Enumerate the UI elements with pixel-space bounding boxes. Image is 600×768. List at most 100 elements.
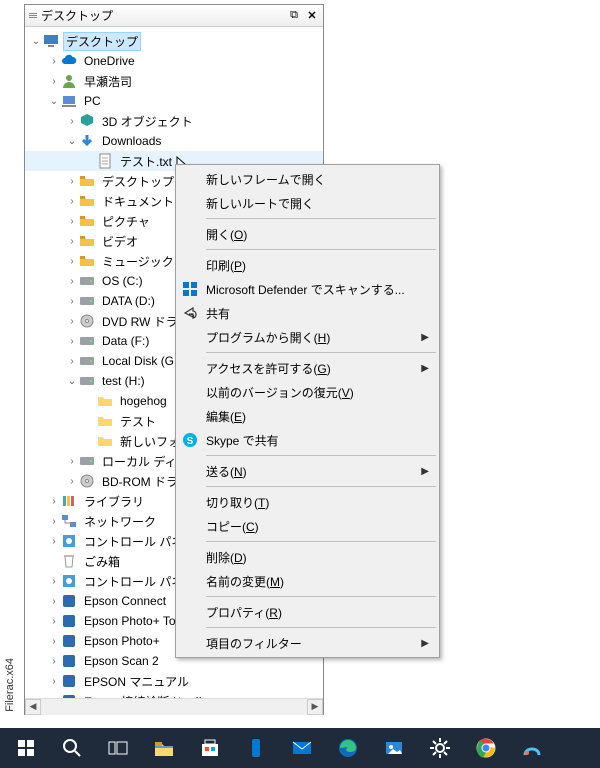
context-menu-item[interactable]: 切り取り(T)	[178, 490, 437, 514]
scroll-left-button[interactable]: ◀	[25, 699, 41, 715]
expand-collapse-icon[interactable]: ›	[65, 116, 79, 127]
expand-collapse-icon[interactable]: ›	[65, 276, 79, 287]
context-menu-item[interactable]: SSkype で共有	[178, 428, 437, 452]
pc-icon	[61, 93, 77, 109]
menu-separator	[206, 455, 436, 456]
context-menu-item[interactable]: 編集(E)	[178, 404, 437, 428]
folder2-icon	[97, 413, 113, 429]
scroll-right-button[interactable]: ▶	[307, 699, 323, 715]
grip-icon[interactable]	[29, 13, 37, 18]
horizontal-scrollbar[interactable]: ◀ ▶	[25, 698, 323, 714]
tree-item[interactable]: ›OneDrive	[25, 51, 323, 71]
expand-collapse-icon[interactable]: ›	[65, 256, 79, 267]
expand-collapse-icon[interactable]: ⌄	[29, 36, 43, 47]
expand-collapse-icon[interactable]: ›	[65, 176, 79, 187]
tree-item[interactable]: ⌄Downloads	[25, 131, 323, 151]
menu-item-label: コピー(C)	[206, 518, 259, 535]
expand-collapse-icon[interactable]: ⌄	[47, 96, 61, 107]
app-icon	[61, 633, 77, 649]
context-menu-item[interactable]: 開く(O)	[178, 222, 437, 246]
expand-collapse-icon[interactable]: ›	[47, 636, 61, 647]
tree-item-label: ピクチャ	[99, 213, 153, 230]
taskbar-search-button[interactable]	[50, 728, 94, 768]
tree-item-label: DATA (D:)	[99, 294, 158, 308]
menu-item-label: 名前の変更(M)	[206, 573, 284, 590]
expand-collapse-icon[interactable]: ›	[47, 576, 61, 587]
expand-collapse-icon[interactable]: ›	[65, 216, 79, 227]
expand-collapse-icon[interactable]: ›	[47, 656, 61, 667]
expand-collapse-icon[interactable]: ›	[65, 316, 79, 327]
taskbar-phone-button[interactable]	[234, 728, 278, 768]
close-button[interactable]: ✕	[303, 8, 321, 24]
context-menu-item[interactable]: 共有	[178, 301, 437, 325]
tree-item-label: OS (C:)	[99, 274, 146, 288]
context-menu-item[interactable]: 項目のフィルター▶	[178, 631, 437, 655]
scroll-track[interactable]	[41, 699, 307, 715]
expand-collapse-icon[interactable]: ›	[47, 516, 61, 527]
menu-item-label: 切り取り(T)	[206, 494, 269, 511]
tree-item[interactable]: ›EPSON マニュアル	[25, 671, 323, 691]
app-icon	[61, 673, 77, 689]
app-icon	[61, 593, 77, 609]
context-menu-item[interactable]: 印刷(P)	[178, 253, 437, 277]
menu-item-label: 開く(O)	[206, 226, 247, 243]
context-menu-item[interactable]: アクセスを許可する(G)▶	[178, 356, 437, 380]
tree-item[interactable]: ›早瀬浩司	[25, 71, 323, 91]
menu-separator	[206, 486, 436, 487]
expand-collapse-icon[interactable]: ⌄	[65, 136, 79, 147]
context-menu-item[interactable]: 削除(D)	[178, 545, 437, 569]
tree-item[interactable]: ⌄デスクトップ	[25, 31, 323, 51]
expand-collapse-icon[interactable]: ›	[47, 496, 61, 507]
expand-collapse-icon[interactable]: ›	[47, 56, 61, 67]
menu-item-label: 印刷(P)	[206, 257, 246, 274]
taskbar-settings-button[interactable]	[418, 728, 462, 768]
desktop-icon	[43, 33, 59, 49]
tree-item[interactable]: ⌄PC	[25, 91, 323, 111]
expand-collapse-icon[interactable]: ›	[65, 456, 79, 467]
taskbar-edge-button[interactable]	[326, 728, 370, 768]
taskbar-mail-button[interactable]	[280, 728, 324, 768]
context-menu-item[interactable]: 送る(N)▶	[178, 459, 437, 483]
context-menu-item[interactable]: コピー(C)	[178, 514, 437, 538]
tree-item[interactable]: ›3D オブジェクト	[25, 111, 323, 131]
context-menu-item[interactable]: Microsoft Defender でスキャンする...	[178, 277, 437, 301]
context-menu-item[interactable]: 新しいルートで開く	[178, 191, 437, 215]
taskbar-explorer-button[interactable]	[142, 728, 186, 768]
tree-item[interactable]: ›Epson 接続診断ツール	[25, 691, 323, 698]
menu-item-label: 編集(E)	[206, 408, 246, 425]
expand-collapse-icon[interactable]: ›	[65, 476, 79, 487]
taskbar-photos-button[interactable]	[372, 728, 416, 768]
expand-collapse-icon[interactable]: ›	[47, 616, 61, 627]
expand-collapse-icon[interactable]: ›	[47, 676, 61, 687]
expand-collapse-icon[interactable]: ›	[65, 356, 79, 367]
dvd-icon	[79, 313, 95, 329]
expand-collapse-icon[interactable]: ›	[47, 536, 61, 547]
taskbar-taskview-button[interactable]	[96, 728, 140, 768]
tree-item-label: DVD RW ドラ	[99, 313, 181, 330]
taskbar-chrome-button[interactable]	[464, 728, 508, 768]
skype-icon: S	[182, 432, 200, 448]
context-menu-item[interactable]: プロパティ(R)	[178, 600, 437, 624]
expand-collapse-icon[interactable]: ›	[65, 336, 79, 347]
tree-item-label: Data (F:)	[99, 334, 152, 348]
expand-collapse-icon[interactable]: ›	[65, 196, 79, 207]
expand-collapse-icon[interactable]: ›	[65, 296, 79, 307]
cp-icon	[61, 533, 77, 549]
taskbar-paint-button[interactable]	[510, 728, 554, 768]
expand-collapse-icon[interactable]: ›	[47, 596, 61, 607]
tree-item-label: hogehog	[117, 394, 170, 408]
taskbar-start-button[interactable]	[4, 728, 48, 768]
expand-collapse-icon[interactable]: ›	[47, 76, 61, 87]
expand-collapse-icon[interactable]: ⌄	[65, 376, 79, 387]
restore-button[interactable]: ⧉	[285, 8, 303, 24]
taskbar-store-button[interactable]	[188, 728, 232, 768]
context-menu-item[interactable]: 以前のバージョンの復元(V)	[178, 380, 437, 404]
context-menu-item[interactable]: 新しいフレームで開く	[178, 167, 437, 191]
folder-icon	[79, 213, 95, 229]
expand-collapse-icon[interactable]: ›	[65, 236, 79, 247]
context-menu-item[interactable]: プログラムから開く(H)▶	[178, 325, 437, 349]
menu-item-label: 送る(N)	[206, 463, 247, 480]
folder2-icon	[97, 433, 113, 449]
context-menu-item[interactable]: 名前の変更(M)	[178, 569, 437, 593]
txt-icon	[97, 153, 113, 169]
